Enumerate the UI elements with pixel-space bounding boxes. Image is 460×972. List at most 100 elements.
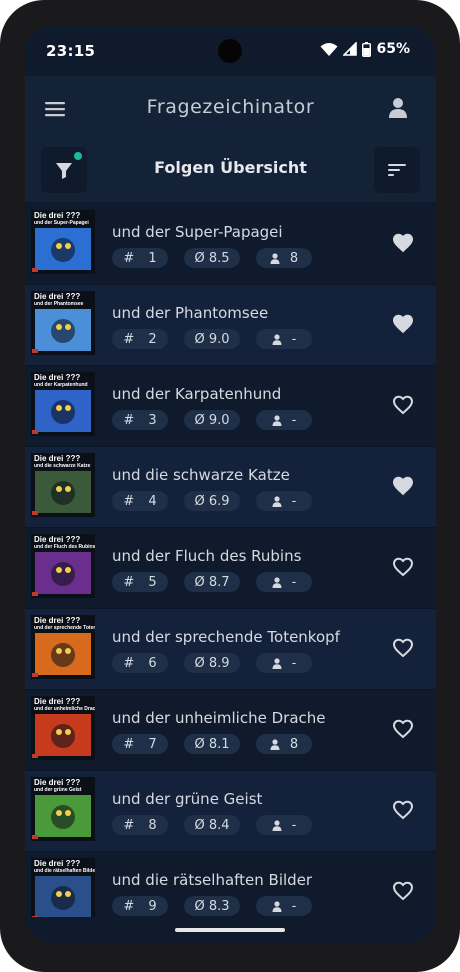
cover-brand: Die drei ??? (34, 211, 81, 220)
episode-row[interactable]: Die drei ??? und die schwarze Katze und di… (25, 447, 436, 528)
episode-row[interactable]: Die drei ??? und der Super-Papagei und der… (25, 204, 436, 285)
heart-outline-icon[interactable] (391, 636, 415, 660)
cover-brand: Die drei ??? (34, 292, 81, 301)
episode-number-chip: #5 (112, 572, 168, 592)
hash-icon: # (123, 250, 135, 266)
episode-number-chip: #7 (112, 734, 168, 754)
cover-art (35, 471, 91, 513)
cover-art (35, 228, 91, 270)
episode-number: 6 (148, 655, 157, 671)
votes-value: - (291, 412, 297, 428)
person-icon (272, 900, 282, 912)
votes-value: - (291, 331, 297, 347)
episode-cover: Die drei ??? und der Karpatenhund (31, 372, 95, 436)
gesture-handle[interactable] (175, 928, 285, 932)
cover-art (35, 795, 91, 837)
cover-brand: Die drei ??? (34, 859, 81, 868)
votes-value: 8 (289, 736, 299, 752)
rating-chip: Ø 8.3 (184, 896, 240, 916)
episode-chips: #9 Ø 8.3 - (112, 896, 312, 916)
rating-chip: Ø 8.4 (184, 815, 240, 835)
rating-value: 8.3 (208, 898, 230, 914)
heart-outline-icon[interactable] (391, 717, 415, 741)
hash-icon: # (123, 898, 135, 914)
episode-title: und der unheimliche Drache (112, 709, 326, 727)
cover-subtitle: und die rätselhaften Bilder (34, 868, 95, 874)
heart-filled-icon[interactable] (391, 474, 415, 498)
hash-icon: # (123, 574, 135, 590)
phone-frame: 23:15 65% Fragezeichinator Folgen Übersi… (0, 0, 460, 972)
heart-filled-icon[interactable] (391, 231, 415, 255)
cover-flag (32, 349, 38, 353)
cover-subtitle: und der Fluch des Rubins (34, 544, 95, 550)
heart-filled-icon[interactable] (391, 312, 415, 336)
episode-chips: #7 Ø 8.1 8 (112, 734, 312, 754)
votes-chip: - (256, 329, 312, 349)
cover-art (35, 390, 91, 432)
rating-value: 9.0 (208, 331, 230, 347)
heart-outline-icon[interactable] (391, 879, 415, 903)
episode-number-chip: #3 (112, 410, 168, 430)
episode-cover: Die drei ??? und die schwarze Katze (31, 453, 95, 517)
cover-brand: Die drei ??? (34, 778, 81, 787)
cover-subtitle: und der unheimliche Drache (34, 706, 95, 712)
person-icon (272, 414, 282, 426)
episode-number: 1 (148, 250, 157, 266)
episode-row[interactable]: Die drei ??? und der grüne Geist und der g… (25, 771, 436, 852)
cover-brand: Die drei ??? (34, 697, 81, 706)
episode-row[interactable]: Die drei ??? und der unheimliche Drache un… (25, 690, 436, 771)
account-icon (389, 98, 407, 118)
person-icon (272, 657, 282, 669)
heart-outline-icon[interactable] (391, 393, 415, 417)
votes-value: - (291, 898, 297, 914)
votes-chip: - (256, 491, 312, 511)
rating-value: 8.1 (208, 736, 230, 752)
rating-chip: Ø 8.5 (184, 248, 240, 268)
battery-percent: 65% (376, 41, 410, 57)
person-icon (272, 333, 282, 345)
episode-cover: Die drei ??? und der Phantomsee (31, 291, 95, 355)
rating-prefix: Ø (194, 655, 205, 671)
heart-outline-icon[interactable] (391, 798, 415, 822)
cover-flag (32, 754, 38, 758)
votes-chip: - (256, 572, 312, 592)
cover-subtitle: und der sprechende Totenkopf (34, 625, 95, 631)
episode-number: 5 (148, 574, 157, 590)
episode-chips: #5 Ø 8.7 - (112, 572, 312, 592)
episode-row[interactable]: Die drei ??? und der Fluch des Rubins und … (25, 528, 436, 609)
episode-chips: #1 Ø 8.5 8 (112, 248, 312, 268)
votes-chip: 8 (256, 734, 312, 754)
sort-icon (388, 164, 406, 176)
episode-row[interactable]: Die drei ??? und der Karpatenhund und der … (25, 366, 436, 447)
votes-chip: - (256, 410, 312, 430)
episode-chips: #2 Ø 9.0 - (112, 329, 312, 349)
hash-icon: # (123, 331, 135, 347)
votes-value: 8 (289, 250, 299, 266)
votes-value: - (291, 574, 297, 590)
sort-button[interactable] (374, 147, 420, 193)
rating-chip: Ø 6.9 (184, 491, 240, 511)
hash-icon: # (123, 736, 135, 752)
cover-flag (32, 835, 38, 839)
episode-list: Die drei ??? und der Super-Papagei und der… (25, 204, 436, 933)
votes-chip: - (256, 815, 312, 835)
rating-prefix: Ø (194, 331, 205, 347)
person-icon (270, 738, 280, 750)
person-icon (272, 576, 282, 588)
heart-outline-icon[interactable] (391, 555, 415, 579)
episode-row[interactable]: Die drei ???und der sprechende Totenkopf… (25, 609, 436, 690)
camera-cutout (218, 39, 242, 63)
votes-chip: - (256, 653, 312, 673)
episode-number: 9 (148, 898, 157, 914)
episode-number-chip: #1 (112, 248, 168, 268)
episode-row[interactable]: Die drei ??? und der Phantomsee und der Ph… (25, 285, 436, 366)
episode-title: und der Fluch des Rubins (112, 547, 302, 565)
episode-number-chip: #9 (112, 896, 168, 916)
rating-chip: Ø 8.7 (184, 572, 240, 592)
account-button[interactable] (384, 94, 412, 122)
episode-number-chip: #8 (112, 815, 168, 835)
rating-prefix: Ø (194, 574, 205, 590)
episode-chips: #3 Ø 9.0 - (112, 410, 312, 430)
rating-value: 8.7 (208, 574, 230, 590)
rating-chip: Ø 8.1 (184, 734, 240, 754)
